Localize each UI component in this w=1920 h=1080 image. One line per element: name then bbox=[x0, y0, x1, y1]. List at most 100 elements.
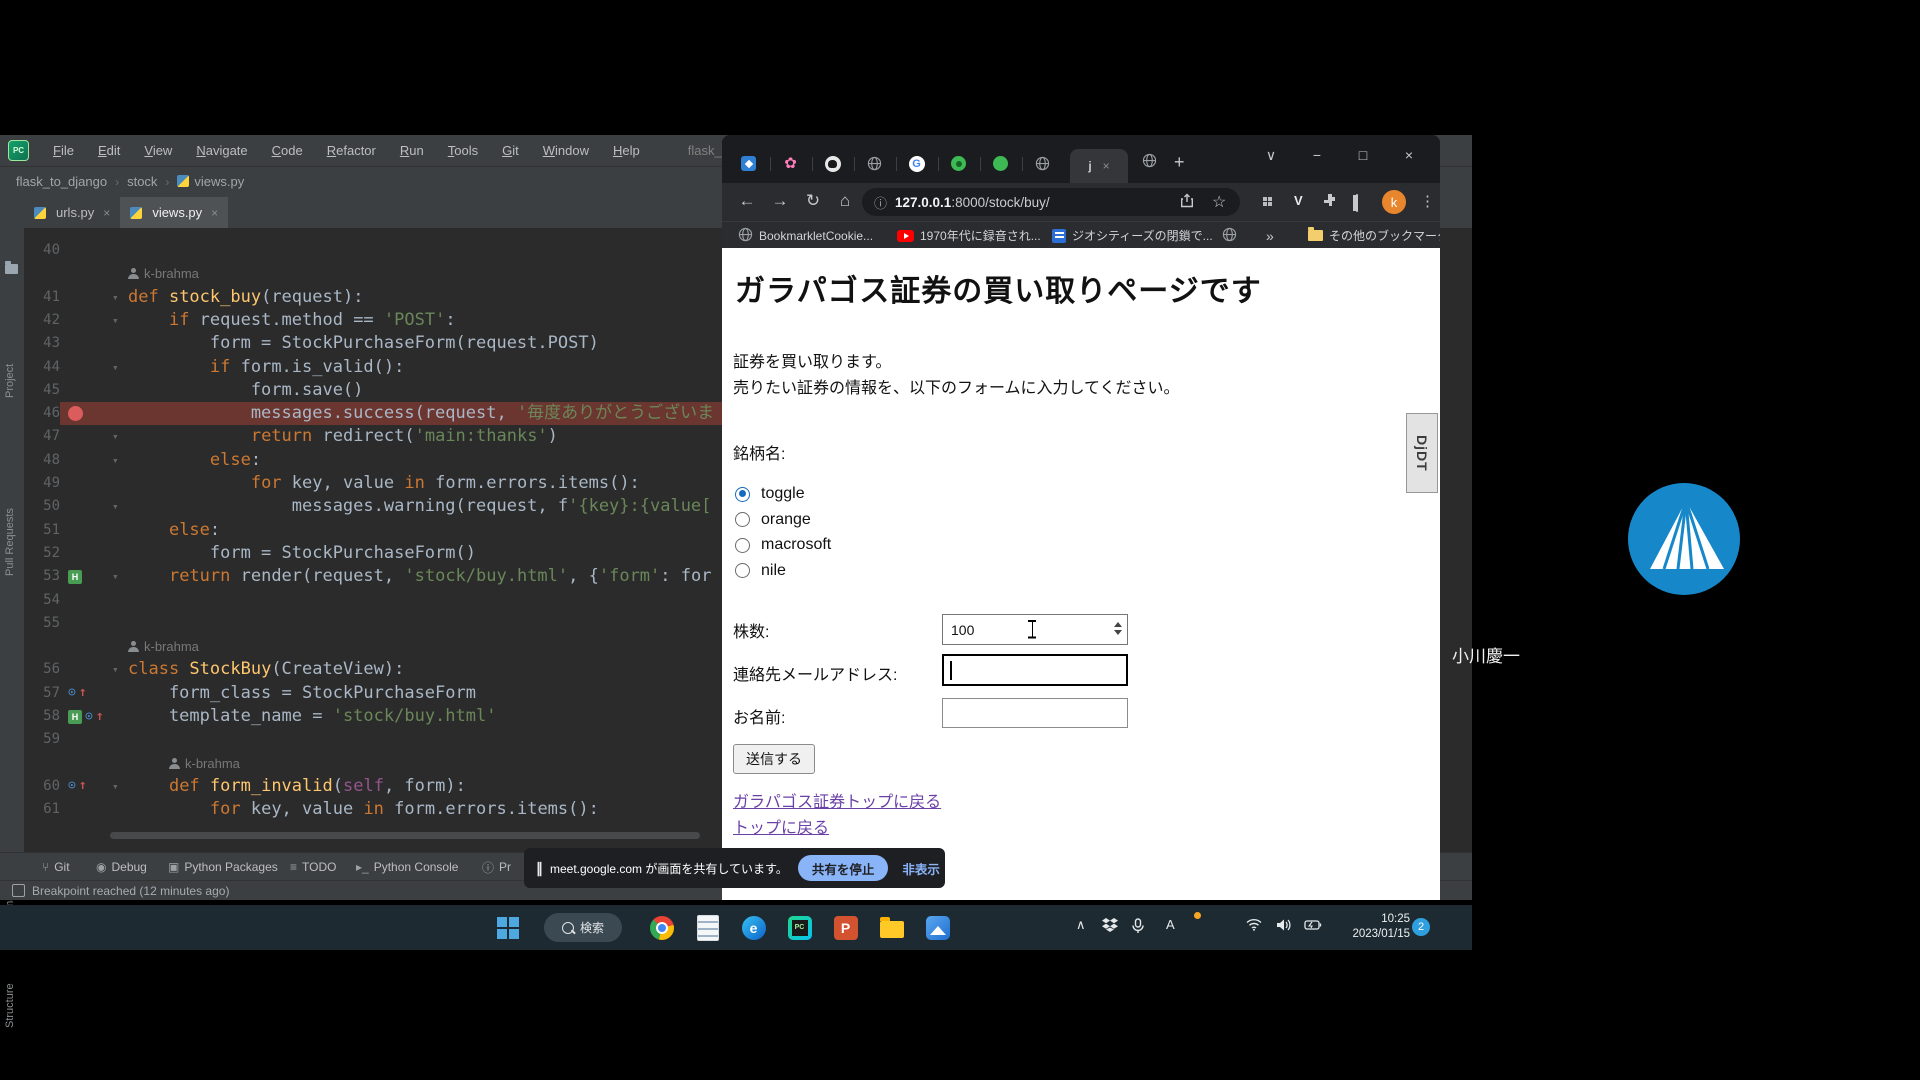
fold-marker-icon[interactable]: ▾ bbox=[112, 425, 119, 448]
site-info-icon[interactable]: ⓘ bbox=[874, 193, 887, 212]
pinned-tab-sakura-icon[interactable]: ✿ bbox=[782, 155, 799, 172]
radio-option-orange[interactable]: orange bbox=[735, 510, 811, 530]
breakpoint-icon[interactable] bbox=[68, 406, 83, 421]
pinned-tab-green-icon[interactable] bbox=[992, 155, 1009, 172]
submit-button[interactable]: 送信する bbox=[733, 744, 815, 774]
menu-file[interactable]: File bbox=[41, 143, 86, 158]
other-bookmarks-folder[interactable]: その他のブックマーク bbox=[1308, 227, 1440, 244]
reload-icon[interactable]: ↻ bbox=[800, 191, 826, 211]
taskbar-app-chrome-icon[interactable] bbox=[648, 914, 675, 941]
radio-option-macrosoft[interactable]: macrosoft bbox=[735, 535, 831, 555]
menu-view[interactable]: View bbox=[132, 143, 184, 158]
pinned-tab-green-dot-icon[interactable] bbox=[950, 155, 967, 172]
implement-arrow-icon[interactable]: ↑ bbox=[96, 710, 104, 724]
chrome-menu-icon[interactable]: ⋮ bbox=[1420, 192, 1435, 210]
email-input[interactable] bbox=[942, 654, 1128, 686]
bookmark-star-icon[interactable]: ☆ bbox=[1212, 192, 1226, 212]
radio-button[interactable] bbox=[735, 563, 750, 578]
tool-strip-project[interactable]: Project bbox=[4, 364, 16, 398]
taskbar-app-pycharm-icon[interactable]: PC bbox=[786, 914, 813, 941]
back-icon[interactable]: ← bbox=[734, 191, 760, 211]
breadcrumb-item[interactable]: views.py bbox=[177, 174, 244, 189]
background-tab-globe-icon[interactable] bbox=[1142, 153, 1157, 171]
project-folder-icon[interactable] bbox=[5, 264, 18, 274]
template-link-icon[interactable]: H bbox=[68, 710, 82, 724]
fold-marker-icon[interactable]: ▾ bbox=[112, 286, 119, 309]
pinned-tab-globe-icon[interactable] bbox=[866, 155, 883, 172]
extensions-puzzle-icon[interactable] bbox=[1322, 192, 1338, 211]
override-icon[interactable]: ⊙ bbox=[68, 686, 76, 700]
sidebar-icon[interactable] bbox=[1356, 195, 1358, 211]
fold-marker-icon[interactable]: ▾ bbox=[112, 495, 119, 518]
override-icon[interactable]: ⊙ bbox=[85, 710, 93, 724]
bookmark-item[interactable]: ジオシティーズの閉鎖で... bbox=[1052, 227, 1213, 244]
name-input[interactable] bbox=[942, 698, 1128, 728]
template-link-icon[interactable]: H bbox=[68, 570, 82, 584]
menu-navigate[interactable]: Navigate bbox=[184, 143, 259, 158]
taskbar-app-edge-icon[interactable]: e bbox=[740, 914, 767, 941]
fold-marker-icon[interactable]: ▾ bbox=[112, 356, 119, 379]
radio-button[interactable] bbox=[735, 512, 750, 527]
implement-arrow-icon[interactable]: ↑ bbox=[79, 779, 87, 793]
window-menu-icon[interactable]: ∨ bbox=[1256, 147, 1286, 164]
radio-option-nile[interactable]: nile bbox=[735, 561, 786, 581]
home-icon[interactable]: ⌂ bbox=[832, 191, 858, 211]
fold-marker-icon[interactable]: ▾ bbox=[112, 565, 119, 588]
tool-window-pr[interactable]: ⓘPr bbox=[482, 859, 511, 876]
number-stepper[interactable] bbox=[1114, 622, 1122, 635]
taskbar-app-photos-icon[interactable] bbox=[924, 914, 951, 941]
tool-window-debug[interactable]: ◉Debug bbox=[96, 860, 147, 874]
radio-button[interactable] bbox=[735, 538, 750, 553]
django-debug-toolbar-handle[interactable]: DjDT bbox=[1406, 413, 1438, 493]
taskbar-app-notepad-icon[interactable] bbox=[694, 914, 721, 941]
new-tab-button[interactable]: + bbox=[1174, 153, 1185, 171]
tool-window-git[interactable]: ⑂Git bbox=[42, 860, 70, 874]
pinned-tab-github-icon[interactable] bbox=[824, 155, 841, 172]
link-stock-top[interactable]: ガラパゴス証券トップに戻る bbox=[733, 788, 941, 812]
implement-arrow-icon[interactable]: ↑ bbox=[79, 686, 87, 700]
ime-icon[interactable]: A bbox=[1166, 917, 1175, 932]
bookmark-item[interactable]: 1970年代に録音され... bbox=[897, 227, 1041, 244]
chevron-up-icon[interactable]: ∧ bbox=[1076, 917, 1086, 933]
editor-tab-views.py[interactable]: views.py× bbox=[120, 197, 228, 228]
fold-marker-icon[interactable]: ▾ bbox=[112, 658, 119, 681]
menu-window[interactable]: Window bbox=[531, 143, 601, 158]
extension-v-icon[interactable]: V bbox=[1294, 193, 1303, 208]
stop-sharing-button[interactable]: 共有を停止 bbox=[798, 855, 889, 881]
menu-run[interactable]: Run bbox=[388, 143, 436, 158]
menu-help[interactable]: Help bbox=[601, 143, 652, 158]
pinned-tab-google-icon[interactable]: G bbox=[908, 155, 925, 172]
tool-strip-structure[interactable]: Structure bbox=[4, 983, 16, 1028]
minimize-icon[interactable]: − bbox=[1302, 147, 1332, 163]
menu-edit[interactable]: Edit bbox=[86, 143, 132, 158]
radio-option-toggle[interactable]: toggle bbox=[735, 484, 805, 504]
close-tab-icon[interactable]: × bbox=[1103, 159, 1110, 173]
taskbar-app-folder-icon[interactable] bbox=[878, 914, 905, 941]
chrome-active-tab[interactable]: j × bbox=[1070, 149, 1128, 183]
dropbox-icon[interactable] bbox=[1102, 918, 1118, 937]
editor-horizontal-scrollbar[interactable] bbox=[110, 832, 700, 839]
battery-icon[interactable] bbox=[1304, 918, 1322, 936]
breadcrumb-item[interactable]: flask_to_django bbox=[16, 174, 107, 189]
menu-git[interactable]: Git bbox=[490, 143, 531, 158]
wifi-icon[interactable] bbox=[1246, 918, 1262, 936]
fold-marker-icon[interactable]: ▾ bbox=[112, 449, 119, 472]
tool-window-python-console[interactable]: ▸_Python Console bbox=[356, 860, 458, 874]
fold-marker-icon[interactable]: ▾ bbox=[112, 309, 119, 332]
volume-icon[interactable] bbox=[1276, 918, 1292, 937]
close-tab-icon[interactable]: × bbox=[211, 206, 218, 220]
tool-strip-pull-requests[interactable]: Pull Requests bbox=[4, 508, 16, 576]
share-icon[interactable] bbox=[1180, 193, 1194, 211]
close-icon[interactable]: × bbox=[1394, 147, 1424, 163]
code-editor[interactable]: 40k-brahma41▾def stock_buy(request):42▾ … bbox=[24, 228, 722, 852]
forward-icon[interactable]: → bbox=[767, 191, 793, 211]
tool-window-python-packages[interactable]: ▣Python Packages bbox=[168, 860, 278, 874]
editor-tab-urls.py[interactable]: urls.py× bbox=[24, 197, 120, 228]
menu-code[interactable]: Code bbox=[260, 143, 315, 158]
maximize-icon[interactable]: □ bbox=[1348, 147, 1378, 163]
bookmark-item[interactable]: BookmarkletCookie... bbox=[738, 227, 873, 245]
profile-avatar[interactable]: k bbox=[1382, 190, 1406, 214]
taskbar-search[interactable]: 検索 bbox=[544, 913, 622, 942]
bookmark-item[interactable] bbox=[1222, 227, 1237, 245]
pinned-tab-globe-icon[interactable] bbox=[1034, 155, 1051, 172]
